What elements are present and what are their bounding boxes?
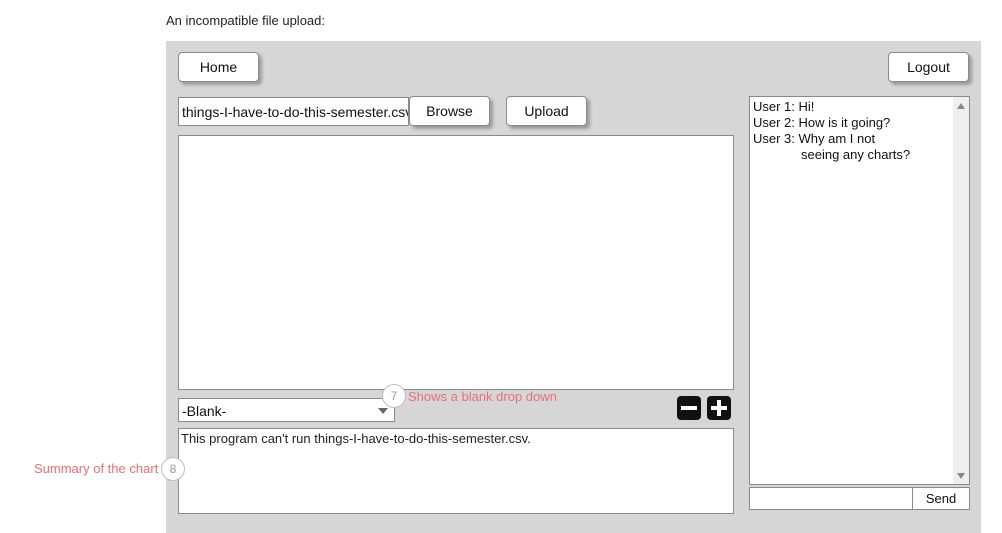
file-path-field[interactable]: things-I-have-to-do-this-semester.csv (178, 97, 409, 126)
logout-button[interactable]: Logout (888, 52, 969, 82)
page-caption: An incompatible file upload: (166, 13, 325, 28)
chat-messages: User 1: Hi! User 2: How is it going? Use… (753, 99, 910, 163)
chat-message: User 1: Hi! (753, 99, 815, 114)
chart-type-dropdown[interactable]: -Blank- (178, 398, 395, 422)
chat-message-input[interactable] (749, 487, 913, 510)
annotation-marker: 8 (161, 457, 185, 481)
chat-log: User 1: Hi! User 2: How is it going? Use… (749, 96, 970, 485)
dropdown-selected-value: -Blank- (182, 403, 227, 419)
annotation-note: Shows a blank drop down (408, 389, 557, 404)
chat-message: User 3: Why am I not (753, 131, 876, 146)
zoom-in-button[interactable] (707, 396, 731, 420)
chart-area (178, 135, 734, 390)
scroll-down-icon[interactable] (957, 473, 965, 479)
chart-summary-box: This program can't run things-I-have-to-… (178, 428, 734, 514)
chat-message: User 2: How is it going? (753, 115, 891, 130)
chat-scrollbar[interactable] (953, 97, 969, 484)
annotation-note: Summary of the chart (34, 461, 159, 476)
browse-button[interactable]: Browse (409, 96, 490, 126)
send-button[interactable]: Send (912, 487, 970, 510)
chevron-down-icon (378, 408, 388, 414)
scroll-up-icon[interactable] (957, 103, 965, 109)
chat-message: seeing any charts? (801, 147, 911, 162)
upload-button[interactable]: Upload (506, 96, 587, 126)
annotation-marker: 7 (382, 384, 406, 408)
zoom-out-button[interactable] (677, 396, 701, 420)
home-button[interactable]: Home (178, 52, 259, 82)
